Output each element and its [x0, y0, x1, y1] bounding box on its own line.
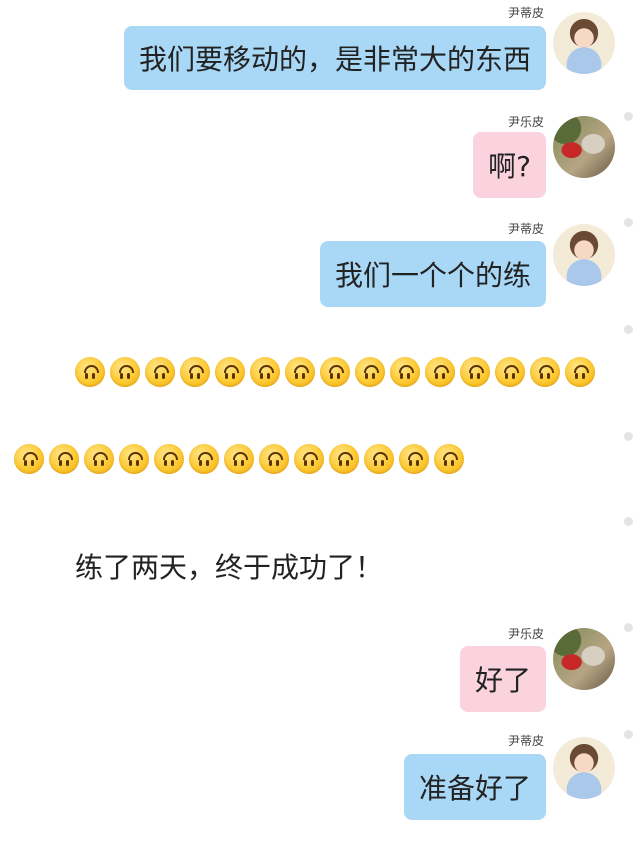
avatar-yin-dipi[interactable]	[553, 737, 615, 799]
scroll-hint-dot	[624, 432, 633, 441]
scroll-hint-dot	[624, 325, 633, 334]
upside-down-face-emoji-icon	[425, 357, 455, 387]
message-bubble: 好了	[459, 646, 546, 712]
upside-down-face-emoji-icon	[49, 444, 79, 474]
upside-down-face-emoji-icon	[495, 357, 525, 387]
sender-name: 尹蒂皮	[507, 222, 544, 236]
upside-down-face-emoji-icon	[119, 444, 149, 474]
upside-down-face-emoji-icon	[145, 357, 175, 387]
narration-text: 练了两天，终于成功了！	[75, 551, 384, 584]
upside-down-face-emoji-icon	[565, 357, 595, 387]
emoji-row	[75, 357, 595, 387]
emoji-row	[14, 444, 464, 474]
upside-down-face-emoji-icon	[355, 357, 385, 387]
upside-down-face-emoji-icon	[84, 444, 114, 474]
upside-down-face-emoji-icon	[294, 444, 324, 474]
upside-down-face-emoji-icon	[215, 357, 245, 387]
sender-name: 尹蒂皮	[507, 6, 544, 20]
upside-down-face-emoji-icon	[75, 357, 105, 387]
upside-down-face-emoji-icon	[14, 444, 44, 474]
message-bubble: 我们一个个的练	[319, 241, 546, 307]
scroll-hint-dot	[624, 517, 633, 526]
upside-down-face-emoji-icon	[189, 444, 219, 474]
upside-down-face-emoji-icon	[434, 444, 464, 474]
message-bubble: 准备好了	[403, 754, 546, 820]
upside-down-face-emoji-icon	[399, 444, 429, 474]
scroll-hint-dot	[624, 112, 633, 121]
upside-down-face-emoji-icon	[530, 357, 560, 387]
upside-down-face-emoji-icon	[110, 357, 140, 387]
avatar-yin-dipi[interactable]	[553, 12, 615, 74]
upside-down-face-emoji-icon	[320, 357, 350, 387]
avatar-yin-dipi[interactable]	[553, 224, 615, 286]
upside-down-face-emoji-icon	[180, 357, 210, 387]
chat-story: 尹蒂皮 我们要移动的，是非常大的东西 尹乐皮 啊? 尹蒂皮 我们一个个的练 练了…	[0, 0, 640, 853]
scroll-hint-dot	[624, 623, 633, 632]
upside-down-face-emoji-icon	[390, 357, 420, 387]
avatar-yin-lepi[interactable]	[553, 116, 615, 178]
upside-down-face-emoji-icon	[259, 444, 289, 474]
message-bubble: 我们要移动的，是非常大的东西	[123, 26, 546, 90]
sender-name: 尹乐皮	[507, 627, 544, 641]
scroll-hint-dot	[624, 730, 633, 739]
upside-down-face-emoji-icon	[154, 444, 184, 474]
upside-down-face-emoji-icon	[329, 444, 359, 474]
upside-down-face-emoji-icon	[285, 357, 315, 387]
avatar-yin-lepi[interactable]	[553, 628, 615, 690]
sender-name: 尹蒂皮	[507, 734, 544, 748]
message-bubble: 啊?	[473, 132, 546, 198]
upside-down-face-emoji-icon	[224, 444, 254, 474]
upside-down-face-emoji-icon	[250, 357, 280, 387]
upside-down-face-emoji-icon	[460, 357, 490, 387]
sender-name: 尹乐皮	[507, 115, 544, 129]
scroll-hint-dot	[624, 218, 633, 227]
upside-down-face-emoji-icon	[364, 444, 394, 474]
